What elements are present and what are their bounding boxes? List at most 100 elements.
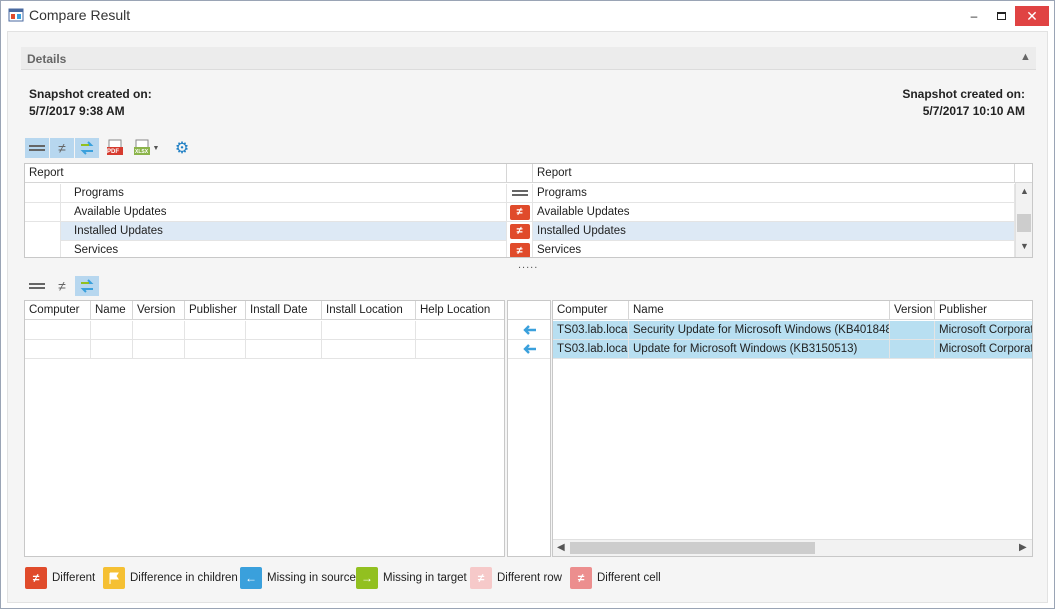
table-cell [416,340,504,359]
table-cell [416,321,504,340]
legend-label: Different row [497,572,562,584]
col-version[interactable]: Version [133,301,185,320]
different-icon: ≠ [509,243,530,257]
legend-different-cell: ≠ Different cell [570,567,661,589]
different-row-icon: ≠ [470,567,492,589]
right-report-header[interactable]: Report [533,164,1015,183]
scrollbar-header [1015,164,1032,183]
right-report-cell: Installed Updates [533,221,1015,241]
left-report-cell: Installed Updates [61,221,507,241]
name-cell: Security Update for Microsoft Windows (K… [629,320,890,340]
left-detail-grid: Computer Name Version Publisher Install … [24,300,505,557]
computer-cell: TS03.lab.local [553,339,629,359]
detail-show-missing-button[interactable] [75,276,99,296]
col-publisher[interactable]: Publisher [935,301,1032,320]
different-icon: ≠ [509,204,530,220]
row-indent [25,183,61,203]
arrow-left-icon: ← [240,567,262,589]
details-header[interactable] [21,47,1036,70]
table-row[interactable] [25,339,504,359]
report-row[interactable]: Programs Programs [25,183,1015,203]
row-indent [25,202,61,222]
arrow-right-icon: → [356,567,378,589]
status-cell: ≠ [507,221,533,241]
col-install-location[interactable]: Install Location [322,301,416,320]
table-cell [25,320,91,340]
status-cell: ≠ [507,241,533,257]
close-icon: ✕ [1026,7,1038,24]
col-computer[interactable]: Computer [25,301,91,320]
left-snapshot-label: Snapshot created on: [29,87,152,101]
version-cell [890,320,935,340]
different-cell-icon: ≠ [570,567,592,589]
show-different-button[interactable]: ≠ [50,138,74,158]
legend-missing-in-target: → Missing in target [356,567,467,589]
maximize-icon [996,12,1006,20]
scroll-thumb[interactable] [570,542,815,554]
title-bar [1,1,1054,31]
report-row[interactable]: Services ≠ Services [25,241,1015,257]
equal-icon [29,143,45,153]
col-help-location[interactable]: Help Location [416,301,504,320]
right-report-cell: Services [533,241,1015,257]
swap-arrows-icon [80,141,94,155]
horizontal-scrollbar[interactable]: ◀ ▶ [553,539,1032,556]
different-icon: ≠ [509,223,530,239]
pdf-icon-text: PDF [107,149,119,155]
maximize-button[interactable] [984,6,1018,26]
scroll-up-icon[interactable]: ▲ [1020,186,1029,196]
splitter-grip[interactable]: ..... [518,259,538,271]
app-icon [8,7,24,23]
report-row[interactable]: Available Updates ≠ Available Updates [25,202,1015,222]
scroll-right-icon[interactable]: ▶ [1019,542,1027,553]
left-report-header[interactable]: Report [25,164,507,183]
row-indent [25,241,61,257]
legend-different: ≠ Different [25,567,95,589]
swap-arrows-icon [80,279,94,293]
left-report-cell: Services [61,241,507,257]
not-equal-icon: ≠ [58,278,66,294]
col-version[interactable]: Version [890,301,935,320]
equal-icon [511,188,528,198]
table-row[interactable] [25,320,504,340]
scroll-left-icon[interactable]: ◀ [557,542,565,553]
legend-label: Different cell [597,572,661,584]
publisher-cell: Microsoft Corporation [939,342,1033,355]
col-install-date[interactable]: Install Date [246,301,322,320]
scroll-down-icon[interactable]: ▼ [1020,241,1029,251]
close-button[interactable]: ✕ [1015,6,1049,26]
table-cell [322,339,416,359]
table-row[interactable]: TS03.lab.local Update for Microsoft Wind… [553,339,1033,359]
left-detail-header: Computer Name Version Publisher Install … [25,301,504,320]
scroll-thumb[interactable] [1017,214,1031,232]
col-name[interactable]: Name [91,301,133,320]
detail-show-equal-button[interactable] [25,276,49,296]
left-report-cell: Programs [61,183,507,203]
show-equal-button[interactable] [25,138,49,158]
legend-difference-in-children: Difference in children [103,567,238,589]
show-missing-button[interactable] [75,138,99,158]
table-row[interactable]: TS03.lab.local Security Update for Micro… [553,320,1032,340]
detail-show-different-button[interactable]: ≠ [50,276,74,296]
export-xlsx-button[interactable]: XLSX ▼ [131,138,161,158]
col-computer[interactable]: Computer [553,301,629,320]
table-cell [91,339,133,359]
detail-status-column [507,300,551,557]
details-title: Details [27,52,67,66]
dropdown-arrow-icon: ▼ [152,144,160,152]
report-scrollbar[interactable]: ▲ ▼ [1015,183,1032,257]
export-pdf-button[interactable]: PDF [103,138,127,158]
gear-icon: ⚙ [174,140,190,157]
legend-label: Missing in target [383,572,467,584]
col-name[interactable]: Name [629,301,890,320]
legend-label: Different [52,572,96,584]
missing-in-source-icon [523,344,536,354]
col-publisher[interactable]: Publisher [185,301,246,320]
xlsx-icon-text: XLSX [135,149,149,155]
chevron-up-icon[interactable]: ▲ [1020,51,1031,63]
report-grid-header: Report Report [25,164,1032,183]
legend-label: Difference in children [130,572,238,584]
report-row-selected[interactable]: Installed Updates ≠ Installed Updates [25,221,1015,241]
version-cell [890,339,935,359]
settings-button[interactable]: ⚙ [170,138,194,158]
